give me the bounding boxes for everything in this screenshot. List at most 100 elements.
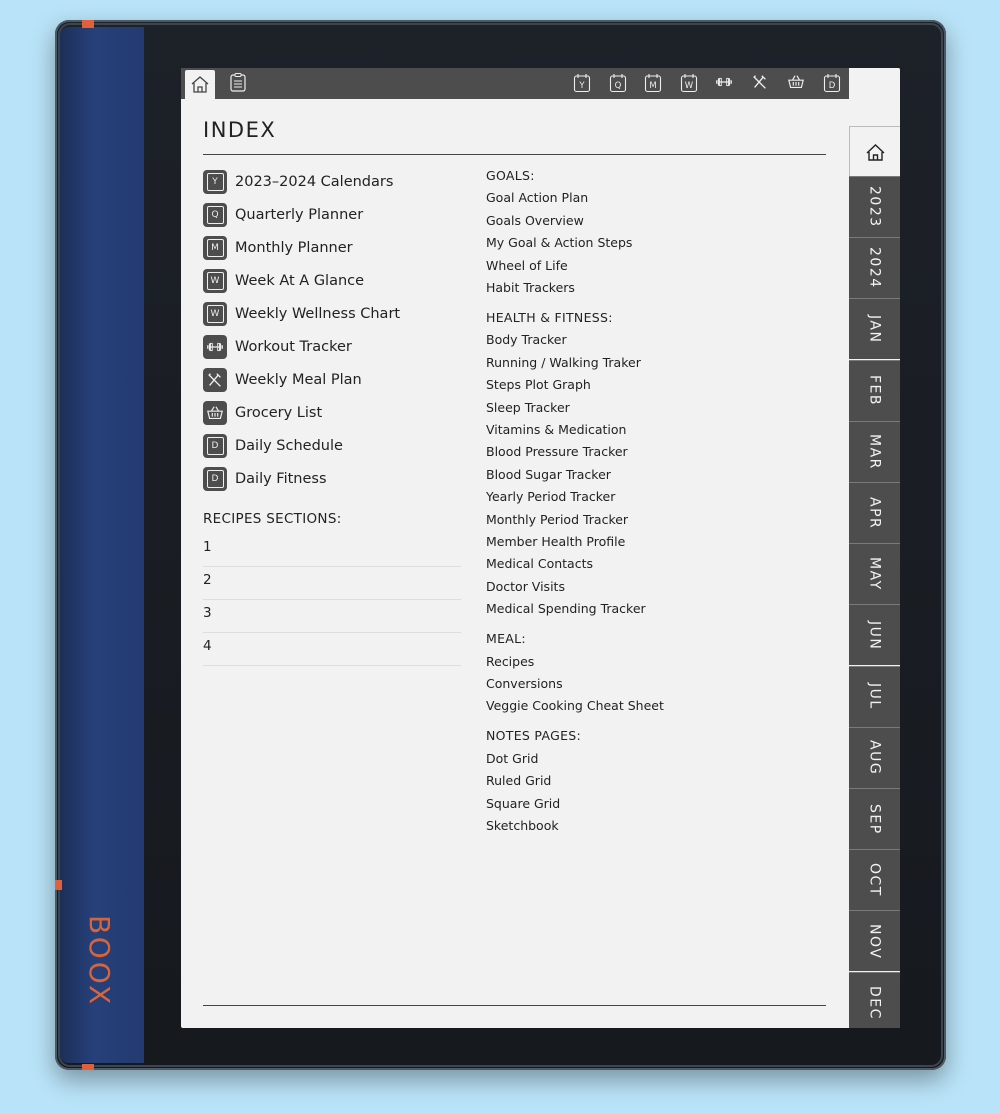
index-link[interactable]: Q Quarterly Planner xyxy=(203,201,363,229)
section-link[interactable]: Vitamins & Medication xyxy=(486,422,626,437)
section-heading: MEAL: xyxy=(486,631,526,647)
section-link[interactable]: Dot Grid xyxy=(486,751,538,766)
week-calendar-icon[interactable]: W xyxy=(680,73,698,93)
section-link[interactable]: Conversions xyxy=(486,676,563,691)
recipe-section-row[interactable]: 3 xyxy=(203,599,461,633)
side-tab-2023[interactable]: 2023 xyxy=(849,176,900,237)
section-link[interactable]: Body Tracker xyxy=(486,332,567,347)
section-link[interactable]: Medical Spending Tracker xyxy=(486,601,646,616)
section-link[interactable]: Habit Trackers xyxy=(486,280,575,295)
year-calendar-icon: Y xyxy=(203,170,227,194)
section-link[interactable]: Sleep Tracker xyxy=(486,400,570,415)
section-link[interactable]: My Goal & Action Steps xyxy=(486,235,632,250)
index-link-label: Quarterly Planner xyxy=(235,207,364,223)
power-button[interactable] xyxy=(55,880,62,890)
side-tab-oct[interactable]: OCT xyxy=(849,849,900,911)
side-tab-apr[interactable]: APR xyxy=(849,482,900,543)
basket-icon[interactable] xyxy=(787,73,805,93)
section-link[interactable]: Square Grid xyxy=(486,796,560,811)
section-link[interactable]: Doctor Visits xyxy=(486,579,565,594)
notes-list-icon[interactable] xyxy=(229,73,247,93)
index-link-label: Week At A Glance xyxy=(235,273,365,289)
recipe-section-row[interactable]: 1 xyxy=(203,533,461,567)
index-link[interactable]: Weekly Meal Plan xyxy=(203,366,362,394)
side-tab-mar[interactable]: MAR xyxy=(849,420,900,482)
recipes-heading: RECIPES SECTIONS: xyxy=(203,511,342,527)
side-tab-jul[interactable]: JUL xyxy=(849,665,900,727)
side-tab-label: AUG xyxy=(866,740,883,776)
section-link[interactable]: Sketchbook xyxy=(486,818,559,833)
section-link[interactable]: Steps Plot Graph xyxy=(486,377,591,392)
section-link[interactable]: Blood Sugar Tracker xyxy=(486,467,611,482)
side-tab-sep[interactable]: SEP xyxy=(849,788,900,849)
side-tab-nov[interactable]: NOV xyxy=(849,910,900,972)
section-link[interactable]: Member Health Profile xyxy=(486,534,625,549)
index-link[interactable]: W Week At A Glance xyxy=(203,267,364,295)
svg-text:D: D xyxy=(829,81,836,91)
side-tab-aug[interactable]: AUG xyxy=(849,726,900,788)
month-calendar-icon[interactable]: M xyxy=(644,73,662,93)
index-link[interactable]: W Weekly Wellness Chart xyxy=(203,300,400,328)
side-tab-label: FEB xyxy=(866,375,883,407)
section-link[interactable]: Goals Overview xyxy=(486,213,584,228)
side-tab-dec[interactable]: DEC xyxy=(849,971,900,1028)
svg-text:W: W xyxy=(685,81,694,91)
side-tab-2024[interactable]: 2024 xyxy=(849,237,900,299)
top-accent xyxy=(82,20,94,28)
index-link[interactable]: Y 2023–2024 Calendars xyxy=(203,168,393,196)
page-title: INDEX xyxy=(203,118,277,142)
icon-letter: Y xyxy=(206,173,224,191)
icon-letter: D xyxy=(206,470,224,488)
dumbbell-icon[interactable] xyxy=(715,73,733,93)
icon-letter: M xyxy=(206,239,224,257)
index-link[interactable]: D Daily Fitness xyxy=(203,465,327,493)
side-tab-jun[interactable]: JUN xyxy=(849,604,900,666)
side-tab-may[interactable]: MAY xyxy=(849,543,900,605)
section-link[interactable]: Ruled Grid xyxy=(486,773,551,788)
index-link[interactable]: Grocery List xyxy=(203,399,322,427)
side-tab-label: 2023 xyxy=(866,186,883,228)
side-tab-label: OCT xyxy=(866,863,883,898)
index-link[interactable]: M Monthly Planner xyxy=(203,234,353,262)
section-link[interactable]: Yearly Period Tracker xyxy=(486,489,615,504)
section-link[interactable]: Blood Pressure Tracker xyxy=(486,444,628,459)
year-calendar-icon[interactable]: Y xyxy=(573,73,591,93)
index-link[interactable]: Workout Tracker xyxy=(203,333,352,361)
day-calendar-icon: D xyxy=(203,467,227,491)
day-calendar-icon[interactable]: D xyxy=(823,73,841,93)
side-tab-label: DEC xyxy=(866,985,883,1020)
section-link[interactable]: Monthly Period Tracker xyxy=(486,512,628,527)
recipe-section-number: 1 xyxy=(203,539,212,555)
bottom-accent xyxy=(82,1064,94,1070)
side-tab-label: MAR xyxy=(866,433,883,470)
recipe-section-row[interactable]: 4 xyxy=(203,632,461,666)
side-tab-feb[interactable]: FEB xyxy=(849,359,900,421)
index-link-label: Weekly Meal Plan xyxy=(235,372,362,388)
section-link[interactable]: Medical Contacts xyxy=(486,556,593,571)
side-tab-jan[interactable]: JAN xyxy=(849,298,900,360)
index-link-label: Weekly Wellness Chart xyxy=(235,306,401,322)
home-tab[interactable] xyxy=(185,70,215,99)
quarter-calendar-icon[interactable]: Q xyxy=(609,73,627,93)
icon-letter: D xyxy=(206,437,224,455)
week-calendar-icon: W xyxy=(203,302,227,326)
side-tab-label: JUN xyxy=(866,620,883,651)
section-link[interactable]: Running / Walking Traker xyxy=(486,355,641,370)
section-link[interactable]: Recipes xyxy=(486,654,534,669)
section-link[interactable]: Veggie Cooking Cheat Sheet xyxy=(486,698,664,713)
side-tab-blank xyxy=(849,68,900,126)
side-tab-label: NOV xyxy=(866,923,883,960)
side-tab-label: MAY xyxy=(866,557,883,591)
recipe-section-row[interactable]: 2 xyxy=(203,566,461,600)
side-home-tab[interactable] xyxy=(849,126,900,177)
home-icon xyxy=(191,76,209,93)
fork-knife-icon[interactable] xyxy=(751,73,769,93)
index-link[interactable]: D Daily Schedule xyxy=(203,432,343,460)
section-link[interactable]: Goal Action Plan xyxy=(486,190,588,205)
dumbbell-icon xyxy=(203,335,227,359)
side-tab-label: APR xyxy=(866,496,883,530)
recipe-section-number: 4 xyxy=(203,638,212,654)
index-link-label: 2023–2024 Calendars xyxy=(235,174,394,190)
basket-icon xyxy=(203,401,227,425)
section-link[interactable]: Wheel of Life xyxy=(486,258,568,273)
